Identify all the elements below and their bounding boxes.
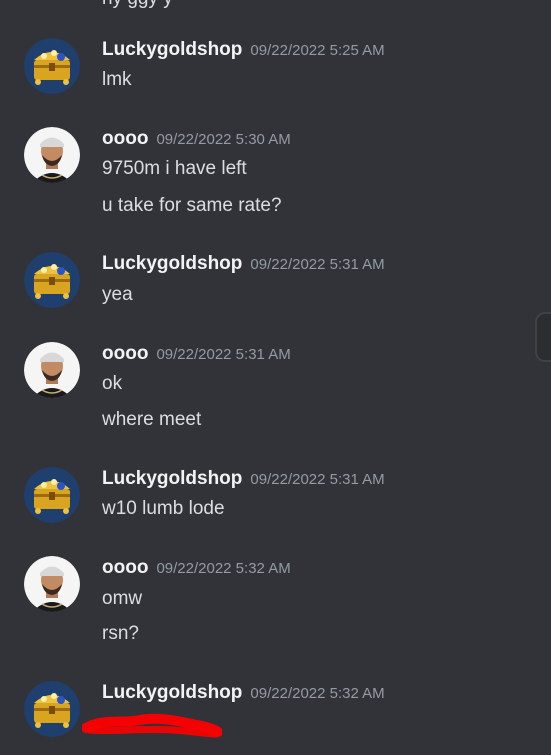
message-header: oooo 09/22/2022 5:32 AM bbox=[102, 556, 291, 580]
timestamp[interactable]: 09/22/2022 5:31 AM bbox=[156, 346, 290, 363]
chat-message-list[interactable]: ny ggy y Luckygoldshop 09/22/2022 5:25 AM… bbox=[0, 0, 551, 755]
message-text: yea bbox=[102, 284, 133, 305]
timestamp[interactable]: 09/22/2022 5:30 AM bbox=[156, 131, 290, 148]
username[interactable]: oooo bbox=[102, 128, 148, 149]
treasure-chest-avatar-icon[interactable] bbox=[24, 252, 80, 308]
message-header: Luckygoldshop 09/22/2022 5:25 AM bbox=[102, 38, 385, 62]
timestamp[interactable]: 09/22/2022 5:32 AM bbox=[250, 685, 384, 702]
message-header: oooo 09/22/2022 5:30 AM bbox=[102, 127, 291, 151]
timestamp[interactable]: 09/22/2022 5:32 AM bbox=[156, 560, 290, 577]
message-text: omw bbox=[102, 588, 143, 609]
timestamp[interactable]: 09/22/2022 5:31 AM bbox=[250, 256, 384, 273]
side-panel-toggle[interactable] bbox=[535, 312, 551, 362]
message-header: oooo 09/22/2022 5:31 AM bbox=[102, 342, 291, 366]
message-header: Luckygoldshop 09/22/2022 5:31 AM bbox=[102, 252, 385, 276]
username[interactable]: Luckygoldshop bbox=[102, 39, 242, 60]
message-text: where meet bbox=[102, 409, 202, 430]
message-text: rsn? bbox=[102, 623, 139, 644]
man-portrait-avatar-icon[interactable] bbox=[24, 556, 80, 612]
timestamp[interactable]: 09/22/2022 5:25 AM bbox=[250, 42, 384, 59]
timestamp[interactable]: 09/22/2022 5:31 AM bbox=[250, 471, 384, 488]
man-portrait-avatar-icon[interactable] bbox=[24, 342, 80, 398]
username[interactable]: Luckygoldshop bbox=[102, 253, 242, 274]
username[interactable]: Luckygoldshop bbox=[102, 682, 242, 703]
redaction-scribble bbox=[82, 713, 222, 738]
treasure-chest-avatar-icon[interactable] bbox=[24, 467, 80, 523]
message-text: lmk bbox=[102, 69, 132, 90]
username[interactable]: Luckygoldshop bbox=[102, 468, 242, 489]
message-text: 9750m i have left bbox=[102, 158, 247, 179]
username[interactable]: oooo bbox=[102, 343, 148, 364]
message-header: Luckygoldshop 09/22/2022 5:32 AM bbox=[102, 681, 385, 705]
treasure-chest-avatar-icon[interactable] bbox=[24, 681, 80, 737]
treasure-chest-avatar-icon[interactable] bbox=[24, 38, 80, 94]
previous-message-text-partial: ny ggy y bbox=[102, 0, 173, 10]
message-header: Luckygoldshop 09/22/2022 5:31 AM bbox=[102, 467, 385, 491]
message-text: ok bbox=[102, 373, 123, 394]
message-text: u take for same rate? bbox=[102, 195, 282, 216]
man-portrait-avatar-icon[interactable] bbox=[24, 127, 80, 183]
username[interactable]: oooo bbox=[102, 557, 148, 578]
message-text: w10 lumb lode bbox=[102, 498, 225, 519]
